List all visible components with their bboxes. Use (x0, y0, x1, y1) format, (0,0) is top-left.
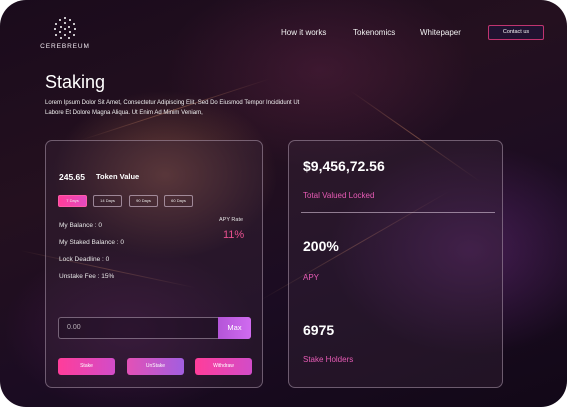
stake-button[interactable]: Stake (58, 358, 115, 375)
my-balance: My Balance : 0 (59, 222, 102, 229)
stake-holders-label: Stake Holders (303, 355, 354, 364)
my-staked-balance: My Staked Balance : 0 (59, 239, 125, 246)
apy-stat-value: 200% (303, 238, 339, 254)
apy-rate-value: 11% (223, 229, 245, 241)
brain-dots-icon (54, 17, 76, 39)
brand-logo[interactable]: CEREBREUM (40, 17, 90, 50)
total-locked-label: Total Valued Locked (303, 191, 375, 200)
stats-panel (288, 140, 503, 388)
withdraw-button[interactable]: Withdraw (195, 358, 252, 375)
apy-stat-label: APY (303, 273, 320, 282)
stake-holders-value: 6975 (303, 322, 335, 338)
lock-deadline: Lock Deadline : 0 (59, 256, 110, 263)
nav-link-whitepaper[interactable]: Whitepaper (420, 28, 461, 37)
max-button[interactable]: Max (218, 317, 251, 339)
page-title: Staking (45, 72, 106, 92)
total-locked-value: $9,456,72.56 (303, 158, 385, 174)
period-button-7-days[interactable]: 7 Days (58, 195, 87, 207)
nav-link-how-it-works[interactable]: How it works (281, 28, 326, 37)
nav-link-tokenomics[interactable]: Tokenomics (353, 28, 395, 37)
period-button-14-days[interactable]: 14 Days (93, 195, 122, 207)
token-value: 245.65 (59, 172, 85, 182)
period-button-60-days[interactable]: 60 Days (164, 195, 193, 207)
page-description: Lorem Ipsum Dolor Sit Amet, Consectetur … (45, 100, 300, 116)
brand-name: CEREBREUM (40, 43, 90, 50)
stats-divider (301, 212, 495, 213)
app-window: CEREBREUM How it works Tokenomics Whitep… (0, 0, 567, 407)
unstake-fee: Unstake Fee : 15% (59, 273, 115, 280)
stake-amount-input[interactable]: 0.00 Max (58, 317, 251, 339)
contact-us-button[interactable]: Contact us (488, 25, 544, 40)
stake-amount-placeholder: 0.00 (67, 324, 81, 331)
unstake-button[interactable]: UnStake (127, 358, 184, 375)
token-value-label: Token Value (96, 172, 140, 181)
period-button-90-days[interactable]: 90 Days (129, 195, 158, 207)
apy-rate-label: APY Rate (219, 217, 244, 223)
